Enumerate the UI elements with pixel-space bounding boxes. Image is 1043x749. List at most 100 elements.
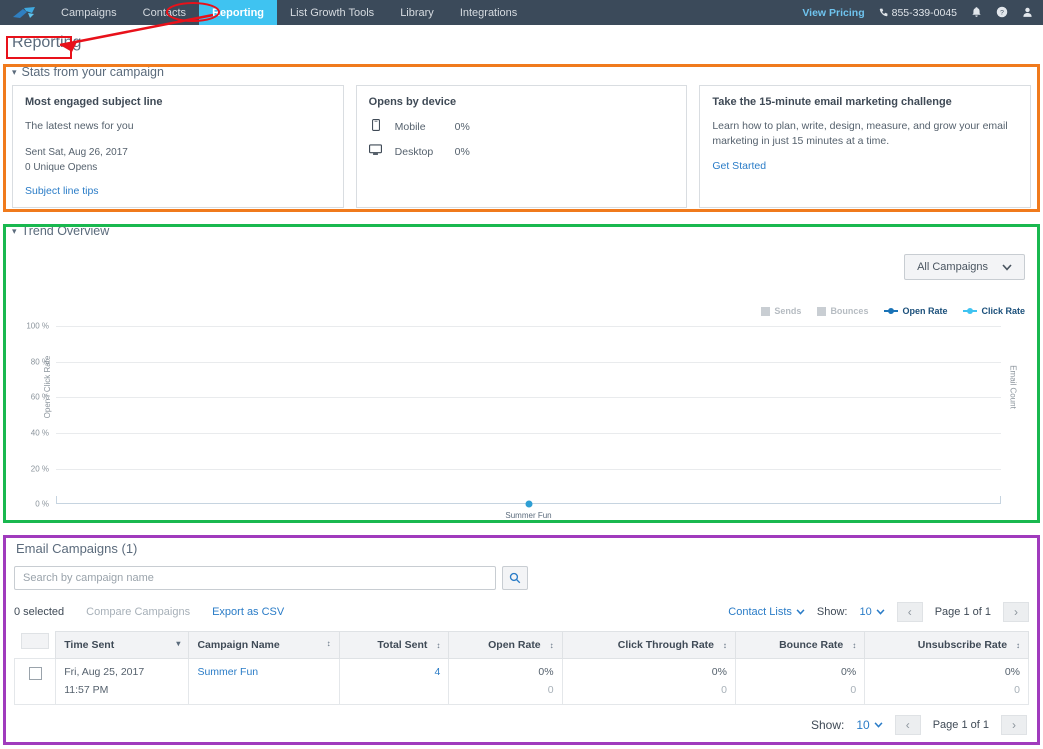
nav-label: Reporting [212,6,265,19]
search-button[interactable] [502,566,528,591]
legend-item-bounces[interactable]: Bounces [817,306,868,316]
legend-item-sends[interactable]: Sends [761,306,801,316]
column-bounce-rate[interactable]: Bounce Rate ↕ [734,631,866,660]
data-point-summer-fun[interactable] [525,500,532,508]
show-label: Show: [811,718,845,733]
legend-item-open-rate[interactable]: Open Rate [884,306,947,316]
column-unsubscribe-rate[interactable]: Unsubscribe Rate ↕ [864,631,1029,660]
device-row-desktop: Desktop 0% [369,144,675,159]
nav-item-contacts[interactable]: Contacts [130,0,199,25]
brand-logo[interactable] [0,0,48,25]
view-pricing-link[interactable]: View Pricing [802,7,864,19]
sent-date: Sent Sat, Aug 26, 2017 [25,147,128,159]
column-total-sent[interactable]: Total Sent ↕ [338,631,450,660]
page-header: Reporting [0,25,1043,59]
sort-icon: ↕ [722,641,727,651]
card-meta: Sent Sat, Aug 26, 2017 0 Unique Opens [25,145,331,175]
total-sent-link[interactable]: 4 [434,666,440,678]
bottom-pagination: Show: 10 ‹ Page 1 of 1 › [14,705,1029,741]
device-name: Mobile [394,120,426,133]
legend-item-click-rate[interactable]: Click Rate [963,306,1025,316]
chevron-down-icon [796,609,805,615]
device-value: 0% [454,145,470,158]
time-sent-clock: 11:57 PM [64,684,109,697]
next-page-button[interactable]: › [1003,602,1029,623]
primary-nav-items: Campaigns Contacts Reporting List Growth… [48,0,530,25]
device-row-mobile: Mobile 0% [369,119,675,134]
column-label: Campaign Name [197,639,280,652]
gridline [56,433,1001,435]
gridline [56,468,1001,470]
brand-logo-icon [13,6,35,18]
stats-section-header[interactable]: ▾ Stats from your campaign [4,59,1039,85]
export-as-csv-link[interactable]: Export as CSV [212,606,284,618]
search-input[interactable] [14,566,496,591]
legend-label: Bounces [830,306,869,317]
click-rate-value: 0% [711,666,727,679]
gridline [56,326,1001,328]
device-value: 0% [454,120,470,133]
trend-section-header[interactable]: ▾ Trend Overview [4,218,1039,244]
support-phone: 855-339-0045 [879,7,957,19]
legend-marker-open-rate [884,307,899,314]
y-axis-tick: 100 % [26,321,49,331]
column-open-rate[interactable]: Open Rate ↕ [448,631,563,660]
nav-label: Integrations [459,6,518,19]
challenge-body: Learn how to plan, write, design, measur… [712,120,1008,148]
contact-lists-dropdown[interactable]: Contact Lists [728,606,805,618]
nav-right-group: View Pricing 855-339-0045 ? [802,0,1043,25]
user-icon[interactable] [1022,6,1033,20]
open-rate-value: 0% [538,666,554,679]
cell-bounce-rate: 0% 0 [734,658,866,706]
next-page-button[interactable]: › [1001,715,1027,736]
y-axis-tick: 80 % [30,357,49,367]
cell-time-sent: Fri, Aug 25, 2017 11:57 PM [55,658,190,706]
bounce-rate-count: 0 [850,684,857,697]
card-title: Opens by device [368,96,457,108]
show-count-dropdown[interactable]: 10 [859,606,885,618]
legend-label: Click Rate [981,306,1025,317]
column-select-all[interactable] [20,632,49,649]
previous-page-button[interactable]: ‹ [896,602,923,623]
trend-overview-section: ▾ Trend Overview All Campaigns Sends Bou… [4,218,1039,529]
column-click-through-rate[interactable]: Click Through Rate ↕ [561,631,736,660]
row-checkbox[interactable] [28,667,42,681]
campaign-toolbar: 0 selected Compare Campaigns Export as C… [14,602,1029,631]
trend-section-title: Trend Overview [21,224,110,239]
nav-item-campaigns[interactable]: Campaigns [48,0,130,25]
svg-text:?: ? [1000,9,1004,16]
cell-open-rate: 0% 0 [448,658,563,706]
all-campaigns-dropdown[interactable]: All Campaigns [904,254,1025,281]
show-count-value: 10 [856,718,870,733]
bell-icon[interactable] [971,6,982,20]
row-checkbox-cell [13,658,57,706]
subject-line-tips-link[interactable]: Subject line tips [25,185,331,197]
column-label: Open Rate [488,639,541,652]
nav-item-reporting[interactable]: Reporting [199,0,278,25]
sort-icon: ↕ [436,641,441,651]
axis-right-cap [1000,496,1001,505]
contact-lists-label: Contact Lists [728,606,792,619]
column-time-sent[interactable]: Time Sent ▾ [55,631,190,660]
legend-marker-click-rate [963,307,978,314]
show-count-dropdown[interactable]: 10 [856,718,883,733]
bounce-rate-value: 0% [841,666,857,679]
get-started-link[interactable]: Get Started [712,160,1018,172]
sort-icon: ↕ [326,639,331,649]
nav-item-library[interactable]: Library [387,0,447,25]
card-most-engaged-subject-line: Most engaged subject line The latest new… [12,85,344,209]
compare-campaigns-button[interactable]: Compare Campaigns [86,606,190,618]
top-navigation-bar: Campaigns Contacts Reporting List Growth… [0,0,1043,25]
phone-number: 855-339-0045 [891,6,957,19]
nav-item-integrations[interactable]: Integrations [447,0,530,25]
help-icon[interactable]: ? [996,6,1008,20]
nav-item-list-growth-tools[interactable]: List Growth Tools [277,0,387,25]
campaign-name-link[interactable]: Summer Fun [197,666,258,678]
page-indicator: Page 1 of 1 [932,719,989,732]
previous-page-button[interactable]: ‹ [894,715,921,736]
stats-section-title: Stats from your campaign [21,65,164,79]
phone-icon [879,8,888,17]
y-axis-tick: 60 % [30,392,49,402]
column-campaign-name[interactable]: Campaign Name ↕ [188,631,340,660]
column-label: Total Sent [377,639,428,652]
